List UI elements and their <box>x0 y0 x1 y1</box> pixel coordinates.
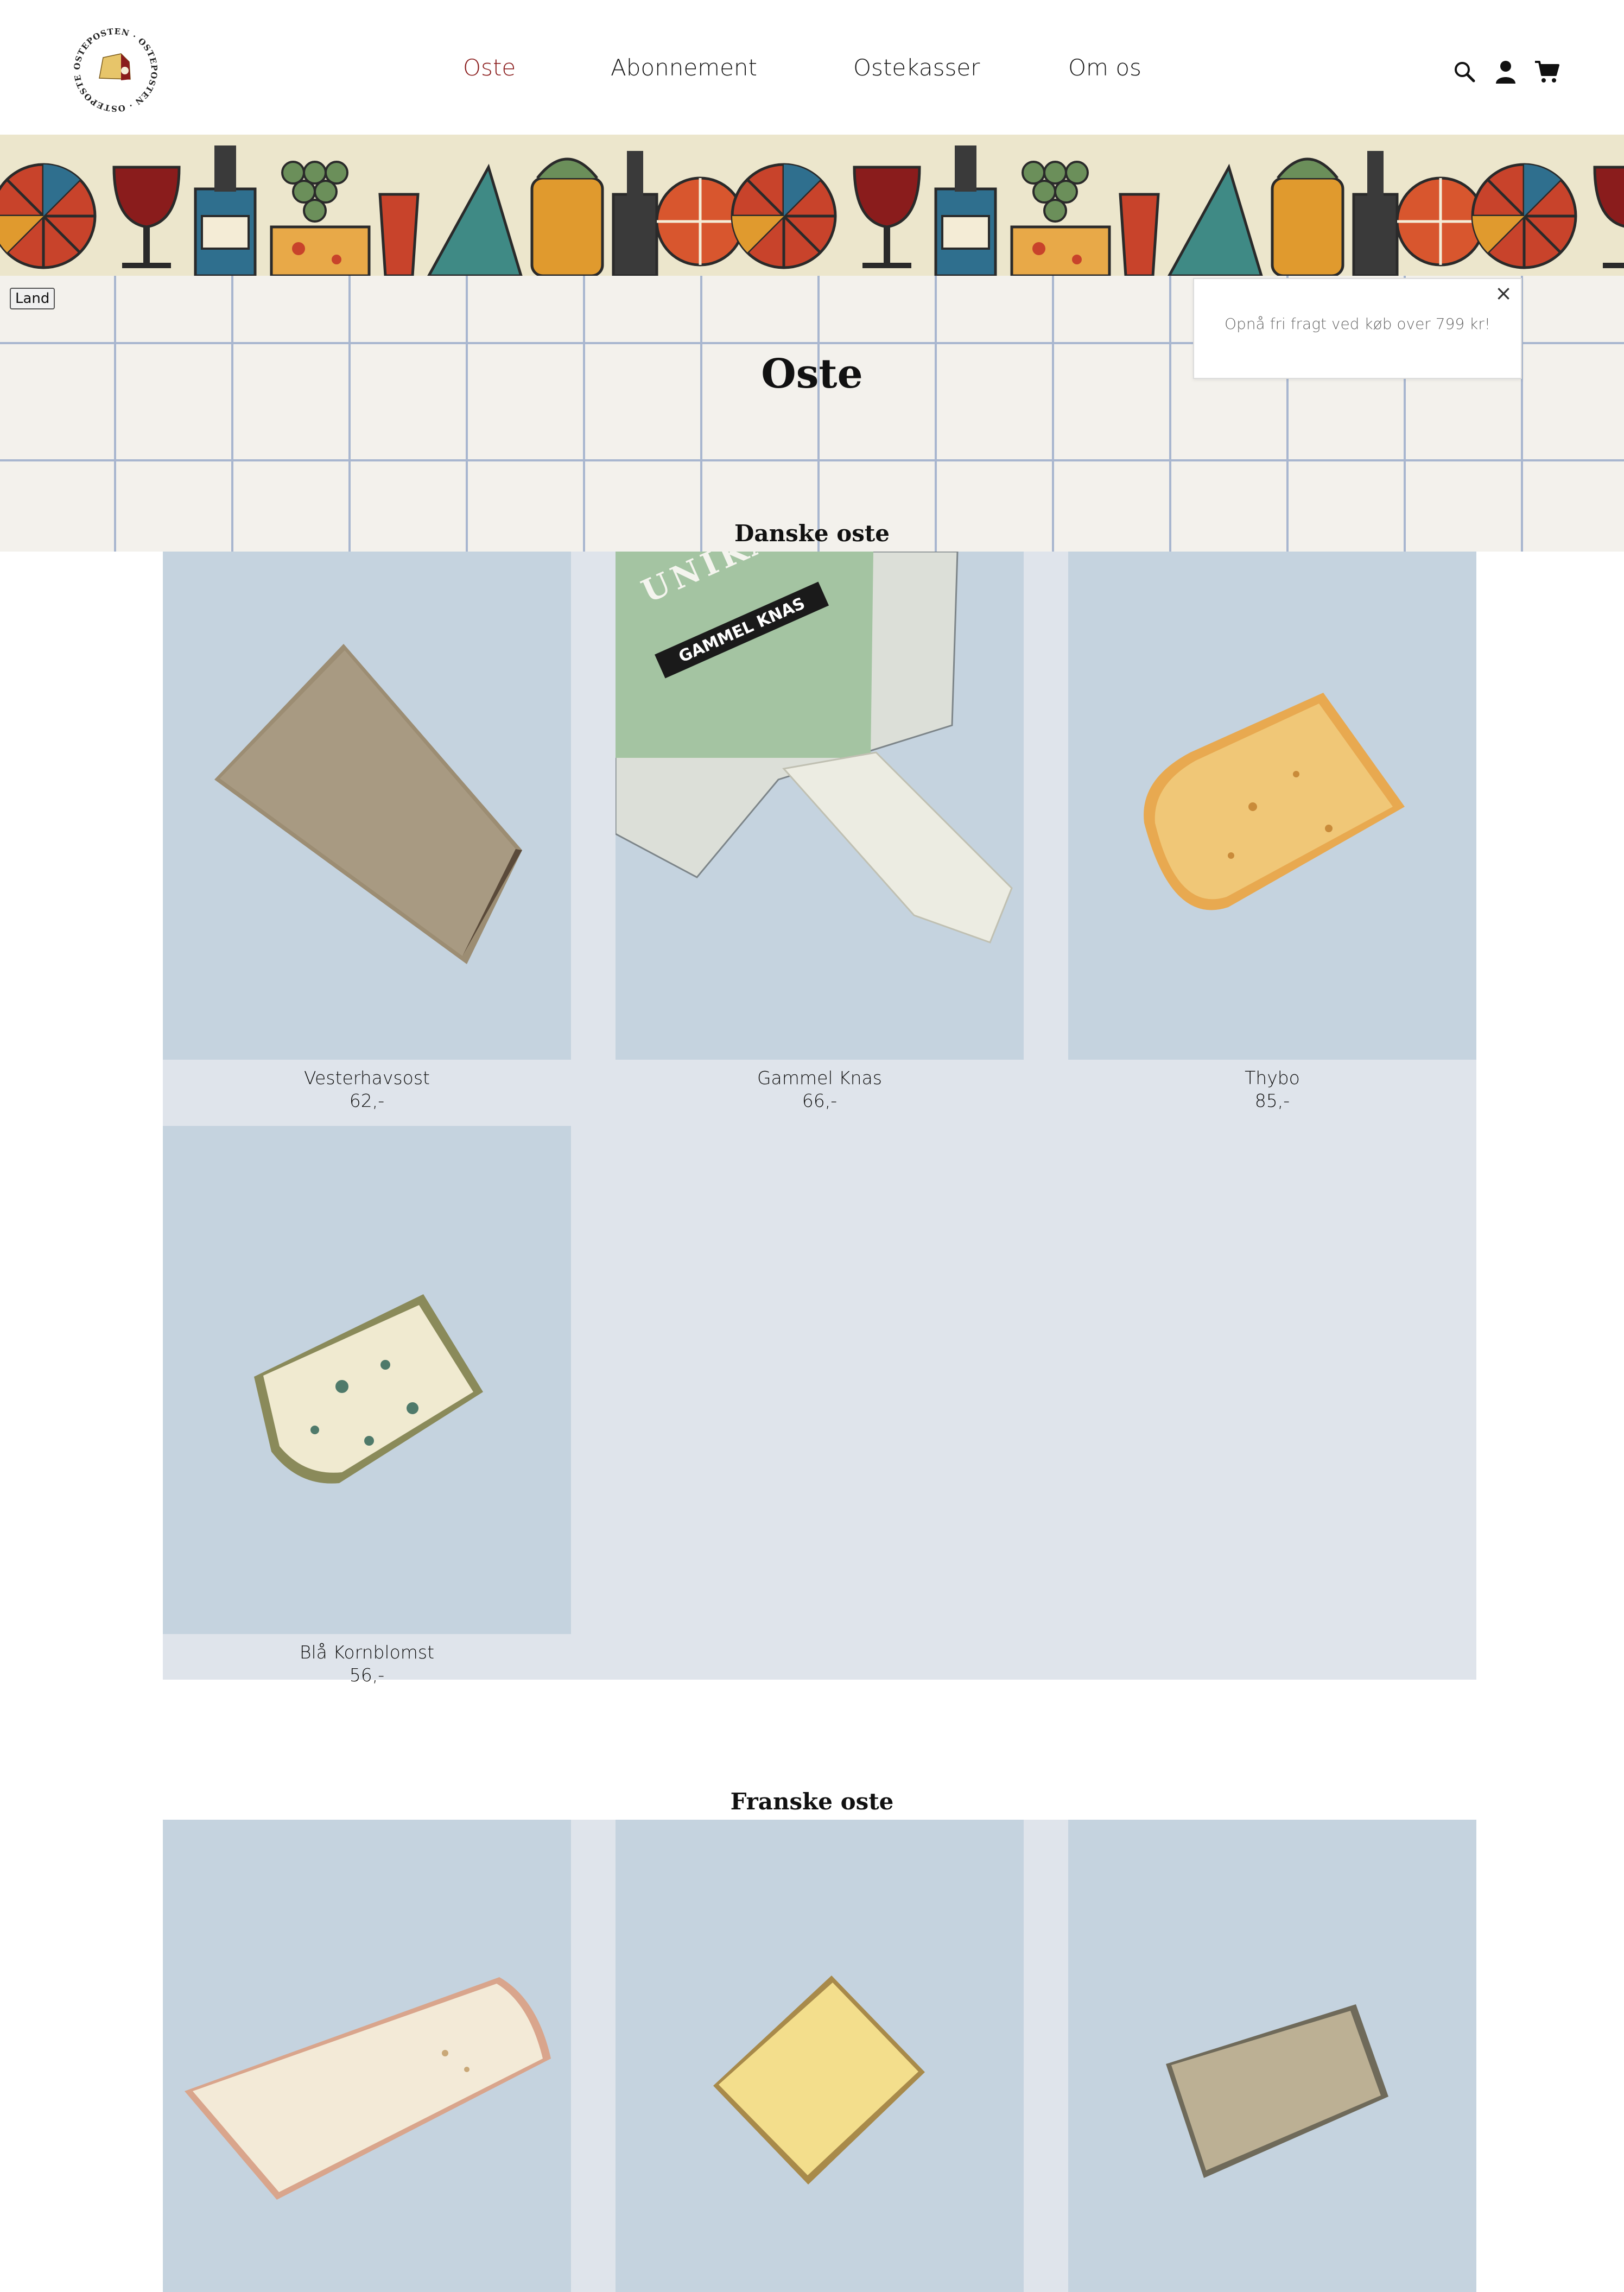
product-image <box>1068 1820 1476 2292</box>
product-name: Blå Kornblomst <box>299 1642 435 1663</box>
nav-item-om-os[interactable]: Om os <box>1068 54 1141 81</box>
site-header: OSTEPOSTEN · OSTEPOSTEN · OSTEPOSTEN · O… <box>0 0 1624 135</box>
section-title-danske-oste: Danske oste <box>734 520 890 547</box>
product-image <box>163 1126 571 1634</box>
product-image <box>1068 552 1476 1060</box>
product-grid-danske-oste: Vesterhavsost 62,- UNIKA GAMMEL KNAS Gam… <box>163 552 1476 1686</box>
nav-item-oste[interactable]: Oste <box>463 54 516 81</box>
cart-icon[interactable] <box>1534 59 1560 85</box>
product-name: Vesterhavsost <box>304 1067 430 1088</box>
product-price: 66,- <box>802 1090 838 1111</box>
product-image <box>616 1820 1024 2292</box>
free-shipping-notice: × Opnå fri fragt ved køb over 799 kr! <box>1193 278 1522 379</box>
close-icon[interactable]: × <box>1494 283 1513 303</box>
product-price: 56,- <box>349 1664 385 1686</box>
product-grid-franske-oste <box>163 1820 1476 2292</box>
nav-item-ostekasser[interactable]: Ostekasser <box>853 54 980 81</box>
land-filter-button[interactable]: Land <box>10 288 55 309</box>
nav-item-abonnement[interactable]: Abonnement <box>611 54 757 81</box>
product-name: Thybo <box>1245 1067 1300 1088</box>
section-title-franske-oste: Franske oste <box>730 1788 894 1815</box>
main-nav: Oste Abonnement Ostekasser Om os <box>0 54 1624 92</box>
decorative-banner <box>0 135 1624 276</box>
product-name: Gammel Knas <box>757 1067 883 1088</box>
product-image <box>163 552 571 1060</box>
product-price: 85,- <box>1254 1090 1290 1111</box>
product-image <box>163 1820 571 2292</box>
account-icon[interactable] <box>1493 59 1519 85</box>
product-price: 62,- <box>349 1090 385 1111</box>
notice-text: Opnå fri fragt ved køb over 799 kr! <box>1225 315 1490 333</box>
search-icon[interactable] <box>1451 59 1477 85</box>
product-image: UNIKA GAMMEL KNAS <box>616 552 1024 1060</box>
